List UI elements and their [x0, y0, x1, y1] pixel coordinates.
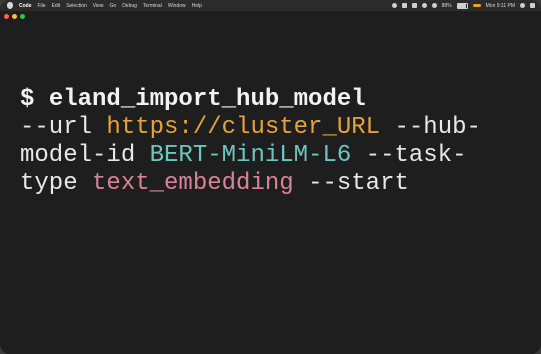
flag-icon[interactable]: [472, 4, 481, 7]
command-line: $ eland_import_hub_model: [20, 86, 535, 114]
args-line-3: type text_embedding --start: [20, 170, 535, 198]
task-flag-part1: --task-: [365, 142, 467, 169]
menu-window[interactable]: Window: [168, 3, 186, 9]
menu-bar: Code File Edit Selection View Go Debug T…: [0, 0, 541, 11]
battery-percent: 88%: [441, 2, 452, 9]
prompt-symbol: $: [20, 86, 35, 113]
hub-flag-part1: --hub-: [394, 114, 481, 141]
battery-icon[interactable]: [456, 2, 468, 9]
start-flag: --start: [308, 170, 409, 197]
menu-terminal[interactable]: Terminal: [143, 3, 162, 9]
record-icon[interactable]: [391, 3, 397, 8]
app-menu[interactable]: Code: [19, 3, 32, 9]
close-button[interactable]: [4, 14, 9, 19]
window-controls: [4, 14, 25, 19]
menu-selection[interactable]: Selection: [66, 3, 87, 9]
terminal-window: Code File Edit Selection View Go Debug T…: [0, 0, 541, 354]
args-line-1: --url https://cluster_URL --hub-: [20, 114, 535, 142]
notification-center-icon[interactable]: [530, 3, 535, 8]
model-value: BERT-MiniLM-L6: [149, 142, 352, 169]
minimize-button[interactable]: [12, 14, 17, 19]
volume-icon[interactable]: [431, 3, 437, 8]
clock[interactable]: Mon 9:11 PM: [486, 3, 515, 9]
apple-icon[interactable]: [7, 2, 13, 9]
terminal-output: $ eland_import_hub_model --url https://c…: [20, 86, 535, 198]
command-name: eland_import_hub_model: [48, 86, 366, 113]
args-line-2: model-id BERT-MiniLM-L6 --task-: [20, 142, 535, 170]
grid-icon[interactable]: [411, 3, 417, 8]
menu-edit[interactable]: Edit: [52, 3, 61, 9]
maximize-button[interactable]: [20, 14, 25, 19]
menu-view[interactable]: View: [93, 3, 104, 9]
hub-flag-part2: model-id: [20, 142, 136, 169]
menu-go[interactable]: Go: [110, 3, 117, 9]
url-value: https://cluster_URL: [106, 114, 381, 141]
menu-help[interactable]: Help: [192, 3, 202, 9]
search-icon[interactable]: [520, 3, 525, 8]
display-icon[interactable]: [401, 3, 407, 8]
menu-file[interactable]: File: [38, 3, 46, 9]
url-flag: --url: [20, 114, 93, 141]
task-flag-part2: type: [20, 170, 78, 197]
battery-fill: [457, 3, 466, 8]
task-value: text_embedding: [92, 170, 294, 197]
status-area: 88% Mon 9:11 PM: [391, 0, 535, 11]
menu-bar-left: Code File Edit Selection View Go Debug T…: [0, 2, 202, 9]
menu-debug[interactable]: Debug: [122, 3, 137, 9]
wifi-icon[interactable]: [421, 3, 427, 8]
